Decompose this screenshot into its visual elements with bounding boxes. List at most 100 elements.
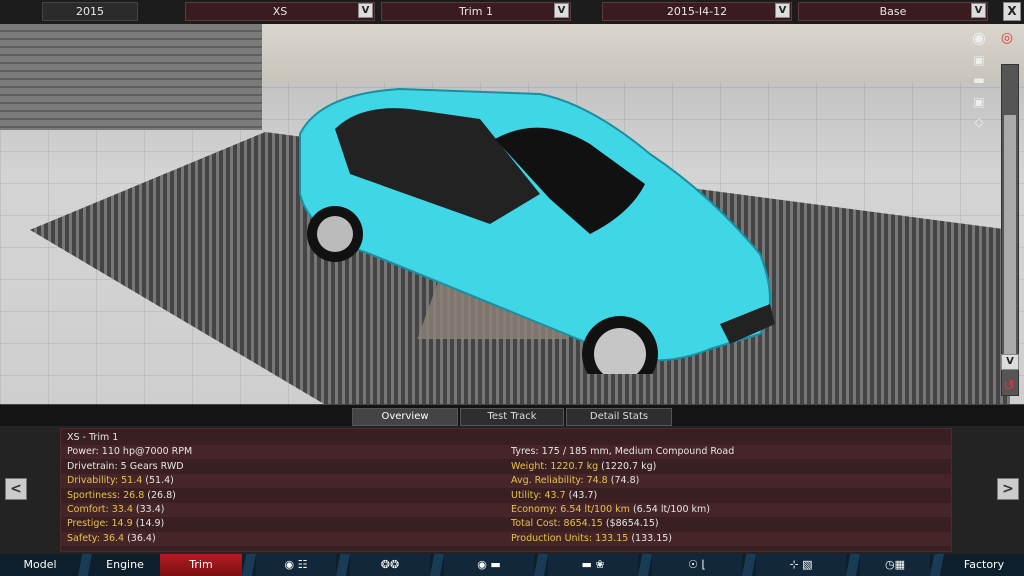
stats-panel: XS - Trim 1 Power: 110 hp@7000 RPM Tyres: … [0, 426, 1024, 554]
spring-icon: ⊹ ▧ [789, 558, 813, 571]
tab-detail-stats[interactable]: Detail Stats [566, 408, 672, 426]
tab-overview[interactable]: Overview [352, 408, 458, 426]
garage-door [0, 24, 262, 130]
stats-tabs: Overview Test Track Detail Stats [0, 404, 1024, 427]
stat-label: Drivability: 51.4 [67, 475, 143, 487]
zoom-scroll-handle[interactable] [1004, 115, 1016, 365]
nav-factory[interactable]: Factory [944, 554, 1024, 576]
nav-chassis[interactable]: ◉ ☷ [256, 554, 336, 576]
car-front-icon[interactable]: ▣ [968, 54, 990, 66]
nav-separator [846, 554, 860, 576]
stat-label: Power: [67, 446, 102, 458]
rotate-icon[interactable]: ↺ [998, 379, 1020, 393]
bottom-nav: Model Engine Trim ◉ ☷ ❂❂ ◉ ▬ ▬ ❀ ☉ ⌊ ⊹ ▧… [0, 554, 1024, 576]
nav-model[interactable]: Model [0, 554, 80, 576]
stat-left: Drivability: 51.4 (51.4) [67, 474, 174, 488]
stat-value: (26.8) [144, 489, 176, 501]
nav-separator [742, 554, 756, 576]
stat-label: Drivetrain: [67, 460, 121, 472]
tab-test-track[interactable]: Test Track [460, 408, 564, 426]
car-rear-icon[interactable]: ▣ [968, 96, 990, 108]
scroll-down-button[interactable]: V [1001, 354, 1019, 370]
stat-left: Drivetrain: 5 Gears RWD [67, 460, 184, 474]
nav-body[interactable]: ◉ ▬ [444, 554, 534, 576]
stat-right: Weight: 1220.7 kg (1220.7 kg) [511, 460, 656, 474]
car-side-icon[interactable]: ▬ [968, 74, 990, 86]
body-icon: ◉ ▬ [477, 558, 501, 571]
stat-label: Prestige: 14.9 [67, 518, 133, 530]
stats-row: Drivetrain: 5 Gears RWD Weight: 1220.7 kg… [61, 460, 951, 474]
suspension-icon: ◉ ☷ [284, 558, 308, 571]
camera-icon[interactable]: ◉ [968, 30, 990, 46]
nav-trim[interactable]: Trim [160, 554, 242, 576]
eye-icon[interactable]: ◎ [996, 31, 1018, 45]
stat-value: (14.9) [132, 518, 165, 530]
stat-left: XS - Trim 1 [67, 431, 118, 445]
stat-right: Tyres: 175 / 185 mm, Medium Compound Roa… [511, 445, 734, 459]
gauge-flag-icon: ◷▦ [885, 558, 905, 571]
stat-right: Utility: 43.7 (43.7) [511, 489, 597, 503]
variant-dropdown-button[interactable]: V [971, 3, 986, 18]
trim-select[interactable]: Trim 1 [381, 2, 571, 21]
model-dropdown-button[interactable]: V [358, 3, 373, 18]
nav-fixtures[interactable]: ⊹ ▧ [756, 554, 846, 576]
close-button[interactable]: X [1003, 2, 1021, 21]
stats-row: Prestige: 14.9 (14.9) Total Cost: 8654.15… [61, 517, 951, 531]
stat-value: 110 hp@7000 RPM [101, 446, 193, 458]
stat-left: Sportiness: 26.8 (26.8) [67, 489, 176, 503]
stat-label: Sportiness: 26.8 [67, 489, 145, 501]
engine-select[interactable]: 2015-I4-12 [602, 2, 792, 21]
nav-engine[interactable]: Engine [90, 554, 160, 576]
stat-right: Avg. Reliability: 74.8 (74.8) [511, 474, 639, 488]
stat-value: 5 Gears RWD [120, 460, 184, 472]
nav-separator [930, 554, 944, 576]
stat-right: Economy: 6.54 lt/100 km (6.54 lt/100 km) [511, 503, 710, 517]
trim-dropdown-button[interactable]: V [554, 3, 569, 18]
nav-separator [336, 554, 350, 576]
stat-value: (33.4) [132, 504, 165, 515]
stats-row: Comfort: 33.4 (33.4) Economy: 6.54 lt/100… [61, 503, 951, 517]
stats-row: Safety: 36.4 (36.4) Production Units: 133… [61, 531, 951, 546]
year-field[interactable]: 2015 [42, 2, 138, 21]
variant-select[interactable]: Base [798, 2, 988, 21]
stat-label: Tyres: [511, 446, 542, 458]
stat-value: 175 / 185 mm, Medium Compound Road [541, 446, 735, 458]
stat-value: (36.4) [124, 532, 156, 544]
stats-overview: XS - Trim 1 Power: 110 hp@7000 RPM Tyres: … [60, 428, 952, 552]
stat-left: Comfort: 33.4 (33.4) [67, 503, 164, 517]
car-fan-icon: ▬ ❀ [581, 558, 605, 571]
engine-dropdown-button[interactable]: V [775, 3, 790, 18]
car-viewport[interactable]: ◉ ◎ ▣ ▬ ▣ ◇ V ↺ [0, 24, 1024, 404]
stat-value: (133.15) [628, 532, 672, 544]
car-top-icon[interactable]: ◇ [968, 116, 990, 128]
stat-left: Power: 110 hp@7000 RPM [67, 445, 192, 459]
stat-value: (43.7) [565, 489, 598, 501]
stat-label: Total Cost: 8654.15 [511, 518, 603, 530]
next-arrow-button[interactable]: > [997, 478, 1019, 500]
nav-testing[interactable]: ◷▦ [860, 554, 930, 576]
nav-separator [242, 554, 256, 576]
nav-aero[interactable]: ▬ ❀ [548, 554, 638, 576]
nav-interior[interactable]: ☉ ⌊ [652, 554, 742, 576]
stat-value: ($8654.15) [602, 518, 659, 530]
stat-value: (1220.7 kg) [598, 460, 657, 472]
car-model [299, 87, 775, 374]
stats-row: XS - Trim 1 [61, 431, 951, 445]
stat-right: Production Units: 133.15 (133.15) [511, 532, 672, 546]
nav-wheels[interactable]: ❂❂ [350, 554, 430, 576]
stats-row: Drivability: 51.4 (51.4) Avg. Reliability… [61, 474, 951, 489]
zoom-scrollbar[interactable] [1001, 64, 1019, 396]
stat-label: Economy: 6.54 lt/100 km [511, 504, 630, 515]
previous-arrow-button[interactable]: < [5, 478, 27, 500]
stats-row: Power: 110 hp@7000 RPM Tyres: 175 / 185 m… [61, 445, 951, 460]
stat-label: Weight: 1220.7 kg [511, 460, 599, 472]
stat-value: (51.4) [142, 475, 174, 487]
stat-left: Safety: 36.4 (36.4) [67, 532, 156, 546]
stat-label: Utility: 43.7 [511, 489, 566, 501]
stat-label: Comfort: 33.4 [67, 504, 133, 515]
stat-value: (6.54 lt/100 km) [629, 504, 710, 515]
model-select[interactable]: XS [185, 2, 375, 21]
stat-right: Total Cost: 8654.15 ($8654.15) [511, 517, 659, 531]
stat-left: Prestige: 14.9 (14.9) [67, 517, 164, 531]
stat-label: Production Units: 133.15 [511, 532, 629, 544]
